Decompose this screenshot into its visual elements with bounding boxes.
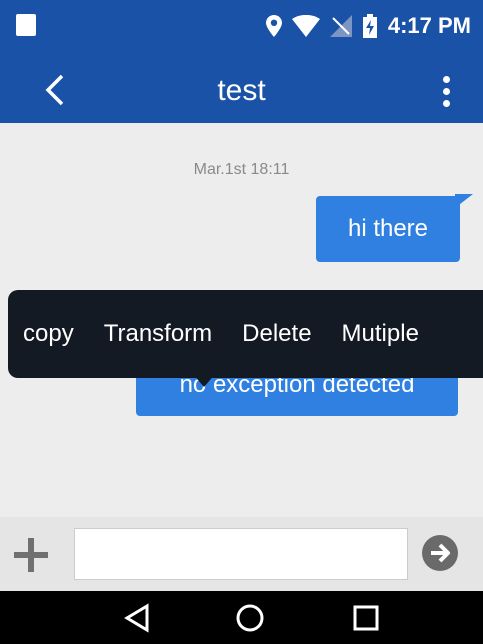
page-title: test [217,74,266,107]
clock: 4:17 PM [387,13,471,38]
menu-item-delete[interactable]: Delete [227,320,326,348]
plus-icon[interactable] [12,536,50,574]
menu-item-copy[interactable]: copy [8,320,89,348]
signal-icon [329,15,352,37]
send-icon[interactable] [421,534,459,572]
context-menu-caret [192,373,216,387]
menu-item-transform[interactable]: Transform [89,320,227,348]
status-icons: 4:17 PM [265,12,471,40]
nav-back-icon[interactable] [121,602,153,634]
message-bubble[interactable]: hi there [316,196,460,262]
nav-home-icon[interactable] [234,602,266,634]
message-input[interactable] [74,528,408,580]
wifi-icon [291,15,320,37]
menu-item-multiple[interactable]: Mutiple [327,320,434,348]
nav-recent-icon[interactable] [350,602,382,634]
context-menu: copy Transform Delete Mutiple [8,290,483,378]
location-icon [265,15,282,37]
overflow-menu-icon[interactable] [441,76,453,112]
message-timestamp: Mar.1st 18:11 [193,161,290,178]
notification-icon [16,14,36,36]
battery-icon [362,14,377,38]
